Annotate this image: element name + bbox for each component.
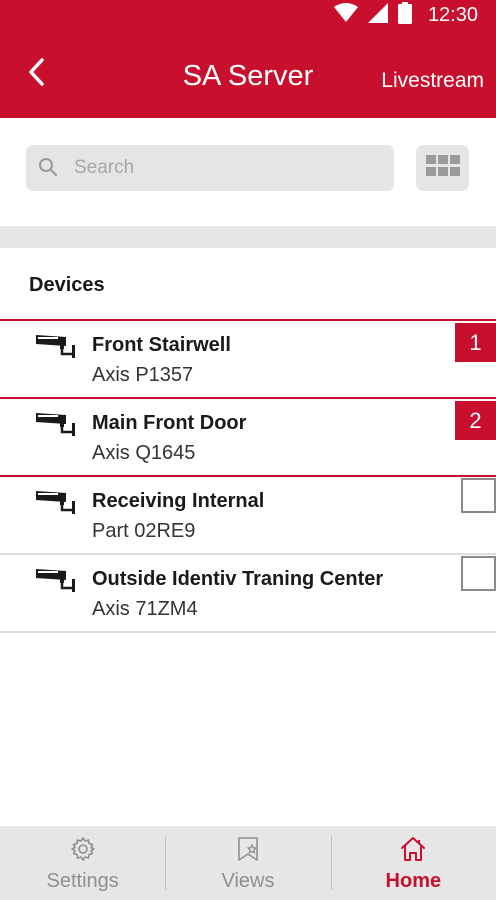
nav-label-settings: Settings — [46, 870, 119, 892]
status-time: 12:30 — [427, 3, 478, 26]
app-bar: SA Server Livestream — [0, 30, 496, 118]
nav-label-views: Views — [221, 870, 275, 892]
selection-order-badge[interactable]: 2 — [455, 401, 496, 440]
select-checkbox[interactable] — [461, 478, 496, 513]
device-model: Part 02RE9 — [92, 520, 196, 542]
security-camera-icon — [34, 566, 78, 599]
device-name: Outside Identiv Traning Center — [92, 568, 384, 590]
security-camera-icon — [34, 488, 78, 521]
home-icon — [399, 836, 427, 867]
device-model: Axis P1357 — [92, 364, 194, 386]
gear-icon — [70, 836, 96, 867]
wifi-icon — [333, 2, 358, 28]
status-bar: 12:30 — [0, 0, 496, 30]
nav-item-views[interactable]: Views — [165, 826, 330, 900]
livestream-button[interactable]: Livestream — [381, 69, 484, 93]
back-button[interactable] — [18, 54, 54, 94]
devices-heading: Devices — [29, 274, 105, 296]
device-model: Axis Q1645 — [92, 442, 196, 464]
device-list: Front Stairwell Axis P1357 1 Main Front … — [0, 319, 496, 633]
search-area — [0, 118, 496, 226]
security-camera-icon — [34, 410, 78, 443]
nav-label-home: Home — [385, 870, 442, 892]
device-name: Main Front Door — [92, 412, 247, 434]
search-icon — [38, 157, 58, 182]
grid-view-button[interactable] — [416, 145, 469, 191]
device-row[interactable]: Front Stairwell Axis P1357 1 — [0, 319, 496, 397]
chevron-left-icon — [27, 57, 45, 91]
section-divider — [0, 226, 496, 248]
device-model: Axis 71ZM4 — [92, 598, 198, 620]
status-icons: 12:30 — [333, 1, 478, 29]
bottom-nav: Settings Views Home — [0, 826, 496, 900]
select-checkbox[interactable] — [461, 556, 496, 591]
battery-icon — [397, 1, 412, 29]
device-name: Front Stairwell — [92, 334, 231, 356]
device-row[interactable]: Main Front Door Axis Q1645 2 — [0, 397, 496, 475]
cell-signal-icon — [367, 2, 388, 28]
search-box[interactable] — [26, 145, 394, 191]
nav-item-settings[interactable]: Settings — [0, 826, 165, 900]
grid-view-icon — [425, 154, 460, 182]
device-row[interactable]: Receiving Internal Part 02RE9 — [0, 475, 496, 553]
device-name: Receiving Internal — [92, 490, 265, 512]
nav-item-home[interactable]: Home — [330, 826, 496, 900]
search-input[interactable] — [74, 145, 374, 191]
security-camera-icon — [34, 332, 78, 365]
views-star-icon — [235, 836, 261, 867]
selection-order-badge[interactable]: 1 — [455, 323, 496, 362]
device-row[interactable]: Outside Identiv Traning Center Axis 71ZM… — [0, 553, 496, 633]
